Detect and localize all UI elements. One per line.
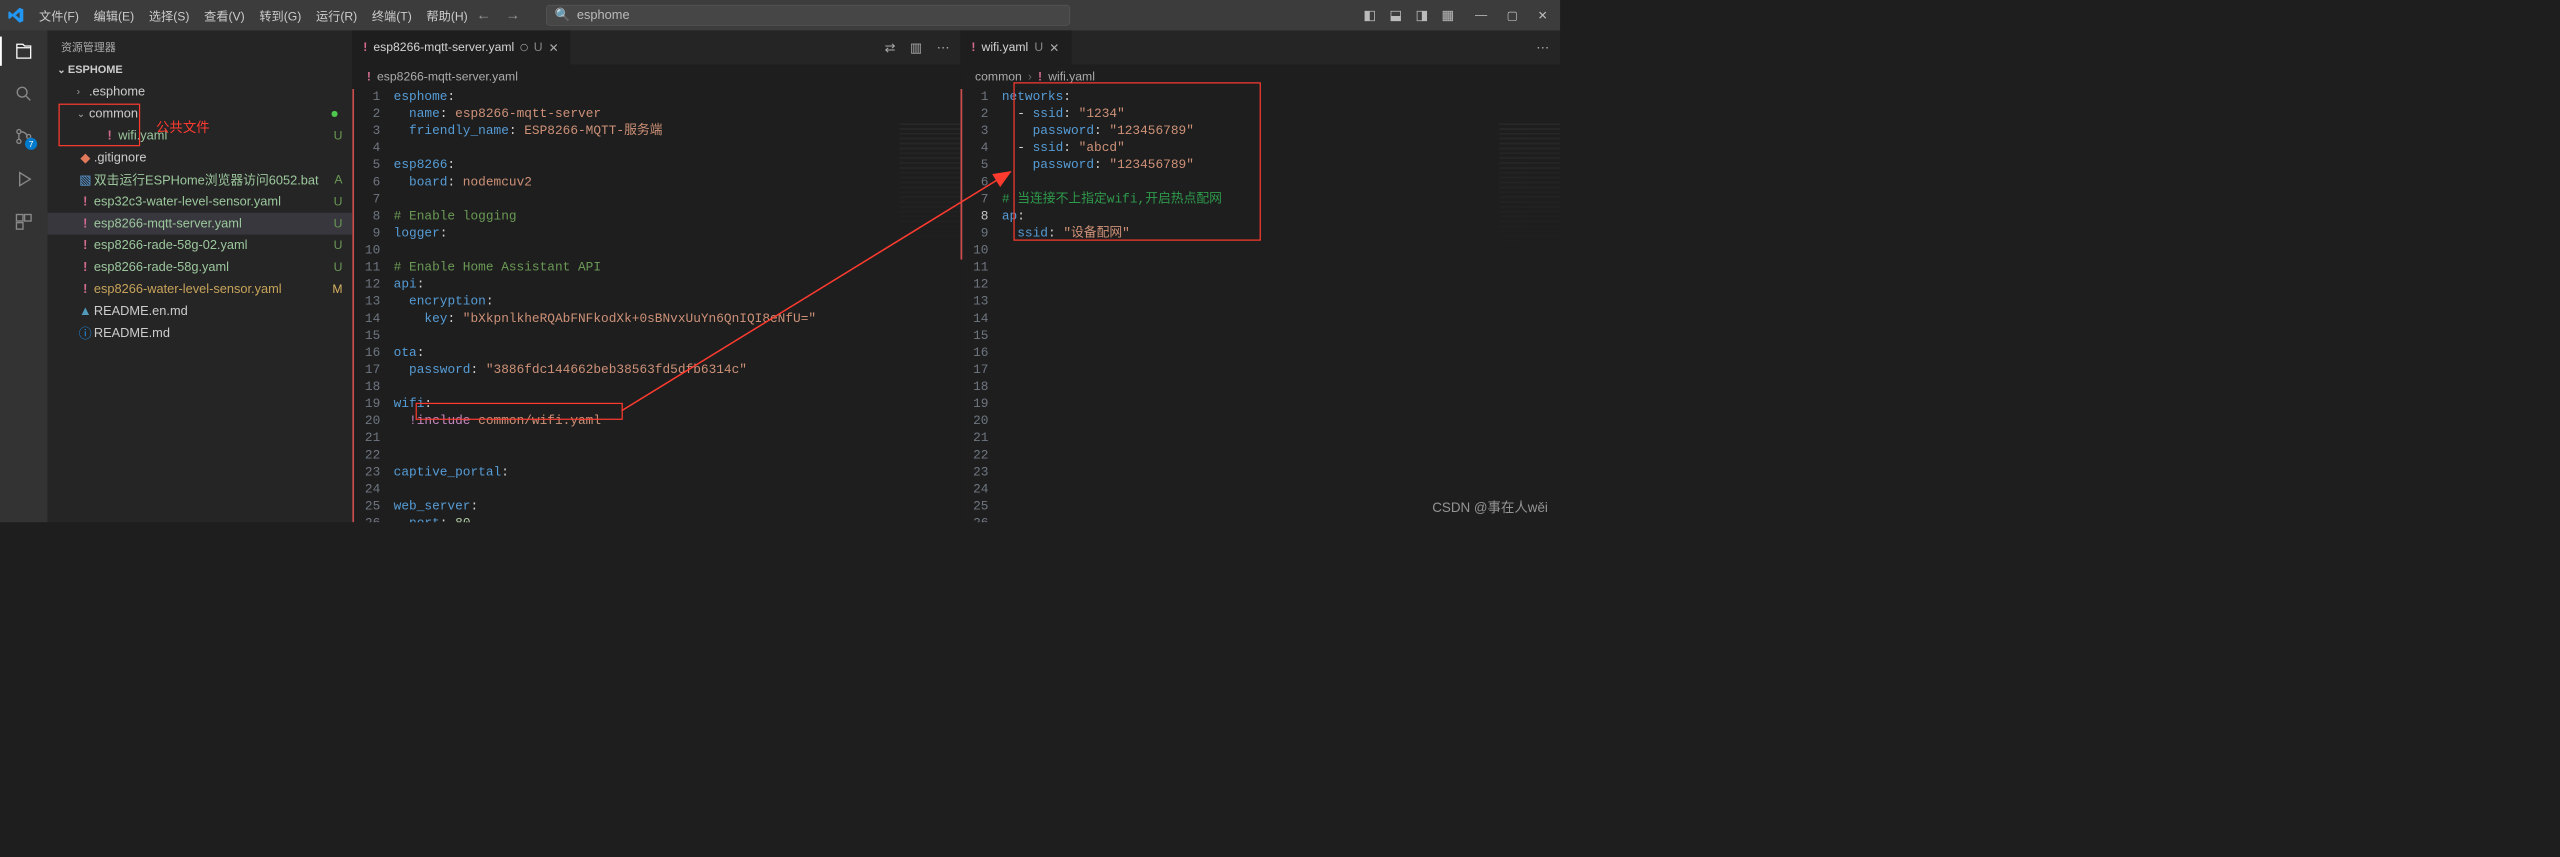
- menu-item[interactable]: 查看(V): [197, 6, 252, 27]
- menu-item[interactable]: 编辑(E): [86, 6, 141, 27]
- close-icon[interactable]: ✕: [549, 40, 559, 55]
- chevron-down-icon: ⌄: [77, 108, 89, 120]
- md-icon: ▲: [77, 304, 94, 319]
- tab-suffix: U: [1034, 41, 1043, 55]
- folder-name: ESPHOME: [68, 63, 123, 76]
- editor-group-left: ! esp8266-mqtt-server.yaml U ✕ ⇄ ▥ ⋯ ! e…: [352, 30, 960, 522]
- breadcrumb-item[interactable]: common: [975, 70, 1022, 84]
- layout-panel-bottom-icon[interactable]: ⬓: [1389, 7, 1402, 23]
- git-status: U: [334, 217, 343, 231]
- activity-bar: 7: [0, 30, 48, 522]
- nav-fwd[interactable]: →: [506, 7, 521, 24]
- menu-item[interactable]: 文件(F): [32, 6, 87, 27]
- sidebar-title: 资源管理器: [48, 30, 353, 59]
- yaml-icon: !: [363, 41, 367, 55]
- activity-explorer[interactable]: [12, 39, 36, 63]
- tree-file-readme[interactable]: ⓘ README.md: [48, 322, 353, 344]
- tree-folder-esphome[interactable]: › .esphome: [48, 81, 353, 103]
- git-dot-icon: [332, 111, 338, 117]
- git-status: M: [332, 282, 342, 296]
- window-close[interactable]: ✕: [1538, 8, 1548, 23]
- menu-item[interactable]: 终端(T): [365, 6, 420, 27]
- tree-file-esp32c3[interactable]: ! esp32c3-water-level-sensor.yaml U: [48, 191, 353, 213]
- tab-wifi[interactable]: ! wifi.yaml U ✕: [960, 30, 1071, 64]
- command-center[interactable]: 🔍 esphome: [546, 5, 1070, 26]
- nav-back[interactable]: ←: [476, 7, 491, 24]
- folder-header[interactable]: ⌄ ESPHOME: [48, 60, 353, 80]
- search-icon: 🔍: [555, 8, 571, 23]
- compare-icon[interactable]: ⇄: [885, 40, 896, 55]
- tree-file-rade[interactable]: ! esp8266-rade-58g.yaml U: [48, 257, 353, 279]
- close-icon[interactable]: ✕: [1049, 40, 1059, 55]
- yaml-icon: !: [971, 41, 975, 55]
- yaml-icon: !: [77, 216, 94, 231]
- editor-right[interactable]: 1234567891011121314151617181920212223242…: [960, 89, 1560, 522]
- git-status: U: [334, 195, 343, 209]
- file-tree: › .esphome ⌄ common ! wifi.yaml U ◆ .git…: [48, 80, 353, 346]
- split-icon[interactable]: ▥: [910, 40, 922, 55]
- chevron-down-icon: ⌄: [57, 64, 65, 76]
- chevron-right-icon: ›: [77, 87, 89, 98]
- menu-item[interactable]: 运行(R): [309, 6, 365, 27]
- yaml-icon: !: [367, 70, 371, 84]
- more-icon[interactable]: ⋯: [937, 40, 950, 55]
- bat-icon: ▧: [77, 172, 94, 187]
- layout-panel-left-icon[interactable]: ◧: [1363, 7, 1376, 23]
- tree-file-mqtt[interactable]: ! esp8266-mqtt-server.yaml U: [48, 213, 353, 235]
- git-status: A: [334, 173, 342, 187]
- tab-mqtt-server[interactable]: ! esp8266-mqtt-server.yaml U ✕: [352, 30, 570, 64]
- layout-panel-right-icon[interactable]: ◨: [1415, 7, 1428, 23]
- yaml-icon: !: [77, 260, 94, 275]
- window-maximize[interactable]: ▢: [1507, 8, 1519, 23]
- watermark-text: CSDN @事在人wěi: [1432, 497, 1548, 517]
- window-minimize[interactable]: —: [1475, 8, 1487, 23]
- activity-debug[interactable]: [12, 167, 36, 191]
- more-icon[interactable]: ⋯: [1536, 40, 1549, 55]
- git-indicator: [960, 89, 962, 260]
- git-icon: ◆: [77, 150, 94, 165]
- minimap[interactable]: [1499, 123, 1560, 257]
- tab-suffix: U: [534, 41, 543, 55]
- tree-file-readme-en[interactable]: ▲ README.en.md: [48, 300, 353, 322]
- command-text: esphome: [577, 8, 630, 23]
- yaml-icon: !: [77, 282, 94, 297]
- git-indicator: [352, 89, 354, 522]
- chevron-right-icon: ›: [1028, 70, 1032, 84]
- tree-file-wifi[interactable]: ! wifi.yaml U: [48, 125, 353, 147]
- tree-file-gitignore[interactable]: ◆ .gitignore: [48, 147, 353, 169]
- modified-indicator-icon: [520, 44, 527, 51]
- tree-file-water[interactable]: ! esp8266-water-level-sensor.yaml M: [48, 278, 353, 300]
- tab-label: wifi.yaml: [982, 41, 1029, 55]
- editor-left[interactable]: 1234567891011121314151617181920212223242…: [352, 89, 960, 522]
- breadcrumb-item[interactable]: esp8266-mqtt-server.yaml: [377, 70, 518, 84]
- editor-group-right: ! wifi.yaml U ✕ ⋯ common › ! wifi.yaml 1…: [960, 30, 1560, 522]
- git-status: U: [334, 261, 343, 275]
- yaml-icon: !: [101, 129, 118, 144]
- tab-label: esp8266-mqtt-server.yaml: [373, 41, 514, 55]
- menu-item[interactable]: 选择(S): [142, 6, 197, 27]
- sidebar-explorer: 资源管理器 ⌄ ESPHOME › .esphome ⌄ common ! wi…: [48, 30, 353, 522]
- activity-scm[interactable]: 7: [12, 124, 36, 148]
- git-status: U: [334, 239, 343, 253]
- menu-item[interactable]: 转到(G): [252, 6, 309, 27]
- scm-badge: 7: [25, 138, 37, 150]
- vscode-icon: [7, 7, 24, 24]
- tree-file-bat[interactable]: ▧ 双击运行ESPHome浏览器访问6052.bat A: [48, 169, 353, 191]
- tree-folder-common[interactable]: ⌄ common: [48, 103, 353, 125]
- minimap[interactable]: [899, 123, 960, 257]
- yaml-icon: !: [1038, 70, 1042, 84]
- breadcrumb-item[interactable]: wifi.yaml: [1048, 70, 1095, 84]
- layout-grid-icon[interactable]: ▦: [1442, 7, 1455, 23]
- info-icon: ⓘ: [77, 324, 94, 342]
- yaml-icon: !: [77, 238, 94, 253]
- title-bar: 文件(F)编辑(E)选择(S)查看(V)转到(G)运行(R)终端(T)帮助(H)…: [0, 0, 1560, 30]
- yaml-icon: !: [77, 194, 94, 209]
- activity-extensions[interactable]: [12, 210, 36, 234]
- tree-file-rade02[interactable]: ! esp8266-rade-58g-02.yaml U: [48, 235, 353, 257]
- git-status: U: [334, 129, 343, 143]
- menu-item[interactable]: 帮助(H): [419, 6, 475, 27]
- activity-search[interactable]: [12, 82, 36, 106]
